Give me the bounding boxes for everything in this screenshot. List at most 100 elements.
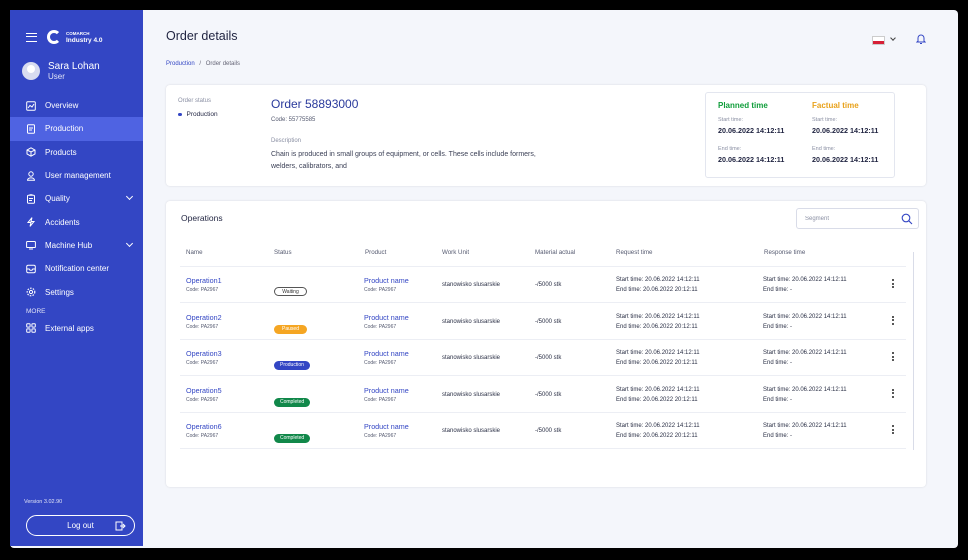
- breadcrumb-production-link[interactable]: Production: [166, 61, 195, 67]
- product-name-link[interactable]: Product name: [364, 386, 409, 395]
- product-name-link[interactable]: Product name: [364, 276, 409, 285]
- bell-icon[interactable]: [916, 33, 926, 45]
- segment-search-input[interactable]: [805, 215, 895, 222]
- col-product: Product: [365, 249, 387, 256]
- operation-name-link[interactable]: Operation1: [186, 276, 222, 285]
- more-options-icon[interactable]: [892, 425, 894, 436]
- table-row[interactable]: Operation5 Code: PA2967 Completed Product n…: [180, 377, 906, 413]
- table-row[interactable]: Operation2 Code: PA2967 Paused Product name…: [180, 304, 906, 340]
- material-actual: -/5000 stk: [535, 428, 562, 434]
- operation-cell: Operation1 Code: PA2967: [186, 276, 222, 293]
- table-row[interactable]: Operation1 Code: PA2967 Waiting Product nam…: [180, 267, 906, 303]
- request-time: Start time: 20.06.2022 14:12:11 End time:…: [616, 312, 700, 332]
- sidebar-item-products[interactable]: Products: [10, 141, 143, 164]
- inbox-icon: [26, 264, 36, 274]
- clipboard-icon: [26, 194, 36, 204]
- work-unit: stanowisko slusarskie: [442, 318, 501, 325]
- operation-cell: Operation2 Code: PA2967: [186, 313, 222, 330]
- more-options-icon[interactable]: [892, 352, 894, 363]
- product-name-link[interactable]: Product name: [364, 422, 409, 431]
- menu-icon[interactable]: [26, 32, 37, 42]
- product-name-link[interactable]: Product name: [364, 313, 409, 322]
- request-time: Start time: 20.06.2022 14:12:11 End time:…: [616, 385, 700, 405]
- order-code: Code: 55775585: [271, 117, 316, 123]
- sidebar-item-external-apps[interactable]: External apps: [10, 317, 143, 340]
- operation-name-link[interactable]: Operation6: [186, 422, 222, 431]
- operation-name-link[interactable]: Operation2: [186, 313, 222, 322]
- chevron-down-icon[interactable]: [125, 239, 134, 247]
- sidebar-item-machine-hub[interactable]: Machine Hub: [10, 234, 143, 257]
- planned-start-label: Start time:: [718, 117, 744, 123]
- product-code: Code: PA2967: [364, 360, 397, 366]
- sidebar-item-label: Notification center: [45, 264, 110, 274]
- sidebar-nav-more: External apps: [10, 317, 143, 340]
- search-icon[interactable]: [901, 213, 913, 225]
- logout-icon: [115, 521, 126, 531]
- operations-card: Operations Name Status Product Work Unit…: [166, 201, 926, 487]
- operation-code: Code: PA2967: [186, 360, 219, 366]
- more-options-icon[interactable]: [892, 315, 894, 327]
- sidebar-item-accidents[interactable]: Accidents: [10, 210, 143, 233]
- response-end: End time: -: [763, 360, 793, 366]
- product-code: Code: PA2967: [364, 433, 397, 439]
- col-material: Material actual: [535, 249, 576, 256]
- logo-icon: [47, 30, 61, 44]
- operation-code: Code: PA2967: [186, 396, 219, 403]
- response-time: Start time: 20.06.2022 14:12:11 End time:…: [763, 385, 847, 405]
- language-flag-icon[interactable]: [872, 36, 885, 45]
- planned-end-value: 20.06.2022 14:12:11: [718, 155, 785, 164]
- sidebar-item-label: Settings: [45, 287, 74, 297]
- material-actual: -/5000 stk: [535, 355, 562, 361]
- table-scrollbar[interactable]: [913, 252, 914, 450]
- user-profile[interactable]: Sara Lohan User: [10, 58, 143, 84]
- status-badge: Completed: [274, 397, 311, 407]
- product-name-link[interactable]: Product name: [364, 349, 409, 358]
- product-cell: Product name Code: PA2967: [364, 386, 409, 403]
- operation-name-link[interactable]: Operation5: [186, 386, 222, 395]
- sidebar-item-settings[interactable]: Settings: [10, 280, 143, 303]
- version-text: Version 3.02.90: [24, 499, 63, 505]
- more-options-icon[interactable]: [892, 388, 894, 400]
- operation-cell: Operation3 Code: PA2967: [186, 349, 222, 366]
- sidebar-item-label: Overview: [45, 101, 79, 111]
- table-row[interactable]: Operation3 Code: PA2967 Production Product …: [180, 340, 906, 376]
- chart-icon: [26, 100, 36, 111]
- user-role: User: [48, 72, 65, 81]
- sidebar-item-quality[interactable]: Quality: [10, 187, 143, 210]
- work-unit: stanowisko slusarskie: [442, 355, 501, 361]
- col-status: Status: [274, 249, 292, 256]
- work-unit: stanowisko slusarskie: [442, 428, 501, 434]
- more-options-icon[interactable]: [892, 279, 894, 290]
- sidebar-item-overview[interactable]: Overview: [10, 94, 143, 117]
- sidebar-item-user-management[interactable]: User management: [10, 164, 143, 187]
- page-title: Order details: [166, 29, 238, 43]
- request-end: End time: 20.06.2022 20:12:11: [616, 287, 698, 293]
- request-time: Start time: 20.06.2022 14:12:11 End time:…: [616, 421, 700, 441]
- request-end: End time: 20.06.2022 20:12:11: [616, 433, 698, 439]
- request-end: End time: 20.06.2022 20:12:11: [616, 360, 698, 366]
- product-cell: Product name Code: PA2967: [364, 349, 409, 366]
- operation-cell: Operation5 Code: PA2967: [186, 386, 222, 403]
- request-start: Start time: 20.06.2022 14:12:11: [616, 423, 700, 429]
- material-actual: -/5000 stk: [535, 282, 562, 288]
- sidebar-item-notification-center[interactable]: Notification center: [10, 257, 143, 280]
- chevron-down-icon[interactable]: [125, 193, 134, 201]
- logout-button[interactable]: Log out: [26, 515, 135, 536]
- planned-time: Planned time Start time: 20.06.2022 14:1…: [706, 93, 800, 177]
- sidebar-item-label: Accidents: [45, 217, 80, 227]
- bolt-icon: [26, 217, 36, 227]
- status-badge: Waiting: [274, 287, 307, 296]
- status-cell: Completed: [274, 426, 311, 444]
- status-cell: Paused: [274, 317, 307, 335]
- col-work-unit: Work Unit: [442, 249, 470, 256]
- order-description: Chain is produced in small groups of equ…: [271, 151, 536, 170]
- table-row[interactable]: Operation6 Code: PA2967 Completed Product n…: [180, 413, 906, 449]
- product-code: Code: PA2967: [364, 396, 397, 403]
- factual-time: Factual time Start time: 20.06.2022 14:1…: [800, 93, 894, 177]
- operation-cell: Operation6 Code: PA2967: [186, 422, 222, 439]
- status-cell: Production: [274, 353, 310, 371]
- sidebar-header: COMARCH Industry 4.0: [10, 22, 143, 52]
- sidebar-item-production[interactable]: Production: [10, 117, 143, 141]
- operation-name-link[interactable]: Operation3: [186, 349, 222, 358]
- response-time: Start time: 20.06.2022 14:12:11 End time:…: [763, 275, 847, 295]
